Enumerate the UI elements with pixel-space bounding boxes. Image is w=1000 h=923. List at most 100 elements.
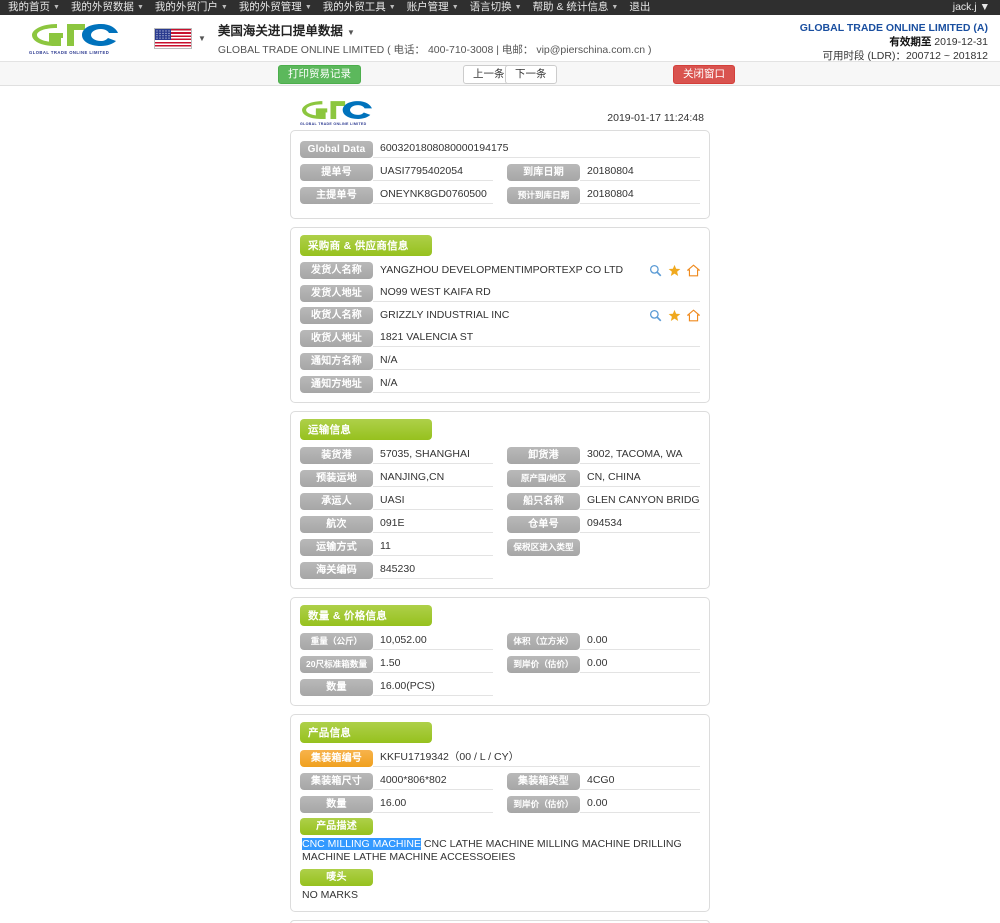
manifest-number-value: 094534 — [580, 515, 700, 533]
gto-logo-graphic: GLOBAL TRADE ONLINE LIMITED — [27, 21, 123, 55]
basic-info-card: Global Data 6003201808080000194175 提单号 U… — [290, 130, 710, 219]
shipper-address-label: 发货人地址 — [300, 284, 373, 302]
row-shipper-address: 发货人地址 NO99 WEST KAIFA RD — [300, 284, 700, 302]
nav-item-help-stats[interactable]: 帮助 & 统计信息 ▼ — [531, 0, 628, 16]
home-icon[interactable] — [686, 263, 701, 277]
star-icon[interactable] — [668, 309, 681, 322]
logo-tagline: GLOBAL TRADE ONLINE LIMITED — [300, 122, 367, 126]
chevron-down-icon: ▼ — [136, 3, 144, 11]
row-quantity: 数量 16.00(PCS) — [300, 678, 700, 696]
shipping-marks-value: NO MARKS — [302, 889, 359, 901]
unload-port-value: 3002, TACOMA, WA — [580, 446, 700, 464]
chevron-down-icon: ▼ — [979, 1, 990, 13]
nav-item-home[interactable]: 我的首页 ▼ — [6, 0, 69, 16]
product-quantity-value: 16.00 — [373, 795, 493, 813]
load-port-value: 57035, SHANGHAI — [373, 446, 493, 464]
nav-item-account-management[interactable]: 账户管理 ▼ — [405, 0, 468, 16]
shipping-marks-label: 唛头 — [300, 869, 373, 886]
section-title-product: 产品信息 — [300, 722, 432, 743]
brand-logo[interactable]: GLOBAL TRADE ONLINE LIMITED — [0, 21, 140, 55]
star-icon[interactable] — [668, 264, 681, 277]
weight-label: 重量（公斤） — [300, 632, 373, 650]
arrival-date-label: 到库日期 — [507, 163, 580, 181]
nav-item-trade-management[interactable]: 我的外贸管理 ▼ — [237, 0, 321, 16]
chevron-down-icon: ▼ — [198, 33, 206, 43]
nav-item-label: 我的外贸数据 — [70, 0, 134, 13]
shipper-action-icons — [642, 263, 701, 278]
nav-item-trade-data[interactable]: 我的外贸数据 ▼ — [69, 0, 153, 16]
row-product-qty-cif: 数量 16.00 到岸价（估价） 0.00 — [300, 795, 700, 813]
row-voyage-manifest: 航次 091E 仓单号 094534 — [300, 515, 700, 533]
document-header: GLOBAL TRADE ONLINE LIMITED 2019-01-17 1… — [290, 98, 710, 130]
load-port-label: 装货港 — [300, 446, 373, 464]
chevron-down-icon: ▼ — [304, 3, 312, 11]
product-description-text: CNC MILLING MACHINE CNC LATHE MACHINE MI… — [300, 837, 700, 867]
nav-item-trade-tools[interactable]: 我的外贸工具 ▼ — [321, 0, 405, 16]
row-hs-code: 海关编码 845230 — [300, 561, 700, 579]
notify-party-name-label: 通知方名称 — [300, 352, 373, 370]
quantity-value: 16.00(PCS) — [373, 678, 493, 696]
print-trade-record-button[interactable]: 打印贸易记录 — [278, 65, 361, 84]
row-consignee-name: 收货人名称 GRIZZLY INDUSTRIAL INC — [300, 307, 701, 324]
user-menu[interactable]: jack.j ▼ — [953, 0, 990, 15]
row-weight-volume: 重量（公斤） 10,052.00 体积（立方米） 0.00 — [300, 632, 700, 650]
container-number-value: KKFU1719342（00 / L / CY） — [373, 749, 700, 767]
document-logo: GLOBAL TRADE ONLINE LIMITED — [298, 98, 376, 126]
product-info-card: 产品信息 集装箱编号 KKFU1719342（00 / L / CY） 集装箱尺… — [290, 714, 710, 912]
nav-item-logout[interactable]: 退出 — [627, 0, 659, 15]
nav-item-trade-portal[interactable]: 我的外贸门户 ▼ — [153, 0, 237, 16]
gto-logo-svg — [302, 101, 372, 119]
chevron-down-icon: ▼ — [451, 3, 459, 11]
home-icon[interactable] — [686, 308, 701, 322]
volume-label: 体积（立方米） — [507, 632, 580, 650]
notify-party-name-value: N/A — [373, 352, 700, 370]
chevron-down-icon: ▼ — [346, 27, 355, 37]
container-size-label: 集装箱尺寸 — [300, 772, 373, 790]
page-title[interactable]: 美国海关进口提单数据 ▼ — [218, 20, 652, 39]
user-name: jack.j — [952, 1, 977, 13]
consignee-name-label: 收货人名称 — [300, 307, 373, 324]
bill-of-lading-document: GLOBAL TRADE ONLINE LIMITED 2019-01-17 1… — [290, 98, 710, 923]
row-container-size-type: 集装箱尺寸 4000*806*802 集装箱类型 4CG0 — [300, 772, 700, 790]
consignee-name-value: GRIZZLY INDUSTRIAL INC — [380, 309, 510, 321]
document-wrapper: GLOBAL TRADE ONLINE LIMITED 2019-01-17 1… — [0, 86, 1000, 923]
nav-item-label: 帮助 & 统计信息 — [532, 0, 609, 13]
weight-value: 10,052.00 — [373, 632, 493, 650]
nav-item-label: 账户管理 — [406, 0, 449, 13]
row-notify-address: 通知方地址 N/A — [300, 375, 700, 393]
master-bl-label: 主提单号 — [300, 186, 373, 204]
bl-number-value: UASI7795402054 — [373, 163, 493, 181]
search-icon[interactable] — [649, 309, 662, 322]
hs-code-value: 845230 — [373, 561, 493, 579]
close-window-button[interactable]: 关闭窗口 — [673, 65, 735, 84]
vessel-name-value: GLEN CANYON BRIDGE — [580, 492, 700, 510]
shipper-address-value: NO99 WEST KAIFA RD — [373, 284, 700, 302]
quantity-label: 数量 — [300, 678, 373, 696]
product-cif-value: 0.00 — [580, 795, 700, 813]
section-title-parties: 采购商 & 供应商信息 — [300, 235, 432, 256]
country-selector[interactable]: ▼ — [154, 27, 206, 49]
nav-item-label: 语言切换 — [469, 0, 512, 13]
consignee-address-label: 收货人地址 — [300, 329, 373, 347]
validity-value: 2019-12-31 — [934, 36, 988, 48]
next-record-button[interactable]: 下一条 — [505, 65, 557, 84]
origin-country-label: 原产国/地区 — [507, 469, 580, 487]
nav-item-language-switch[interactable]: 语言切换 ▼ — [468, 0, 531, 16]
consignee-action-icons — [642, 308, 701, 323]
nav-item-label: 我的外贸管理 — [238, 0, 302, 13]
row-ports: 装货港 57035, SHANGHAI 卸货港 3002, TACOMA, WA — [300, 446, 700, 464]
volume-value: 0.00 — [580, 632, 700, 650]
row-carrier-vessel: 承运人 UASI 船只名称 GLEN CANYON BRIDGE — [300, 492, 700, 510]
master-bl-value: ONEYNK8GD0760500 — [373, 186, 493, 204]
product-quantity-label: 数量 — [300, 795, 373, 813]
manifest-number-label: 仓单号 — [507, 515, 580, 533]
account-info-panel: GLOBAL TRADE ONLINE LIMITED (A) 有效期至 201… — [800, 21, 988, 63]
row-bill-of-lading: 提单号 UASI7795402054 到库日期 20180804 — [300, 163, 700, 181]
nav-item-label: 我的外贸门户 — [154, 0, 218, 13]
cif-price-label: 到岸价（估价） — [507, 655, 580, 673]
account-validity: 有效期至 2019-12-31 — [800, 35, 988, 49]
teu-count-label: 20尺标准箱数量 — [300, 655, 373, 673]
shipper-name-value: YANGZHOU DEVELOPMENTIMPORTEXP CO LTD — [380, 264, 624, 276]
bl-number-label: 提单号 — [300, 163, 373, 181]
search-icon[interactable] — [649, 264, 662, 277]
